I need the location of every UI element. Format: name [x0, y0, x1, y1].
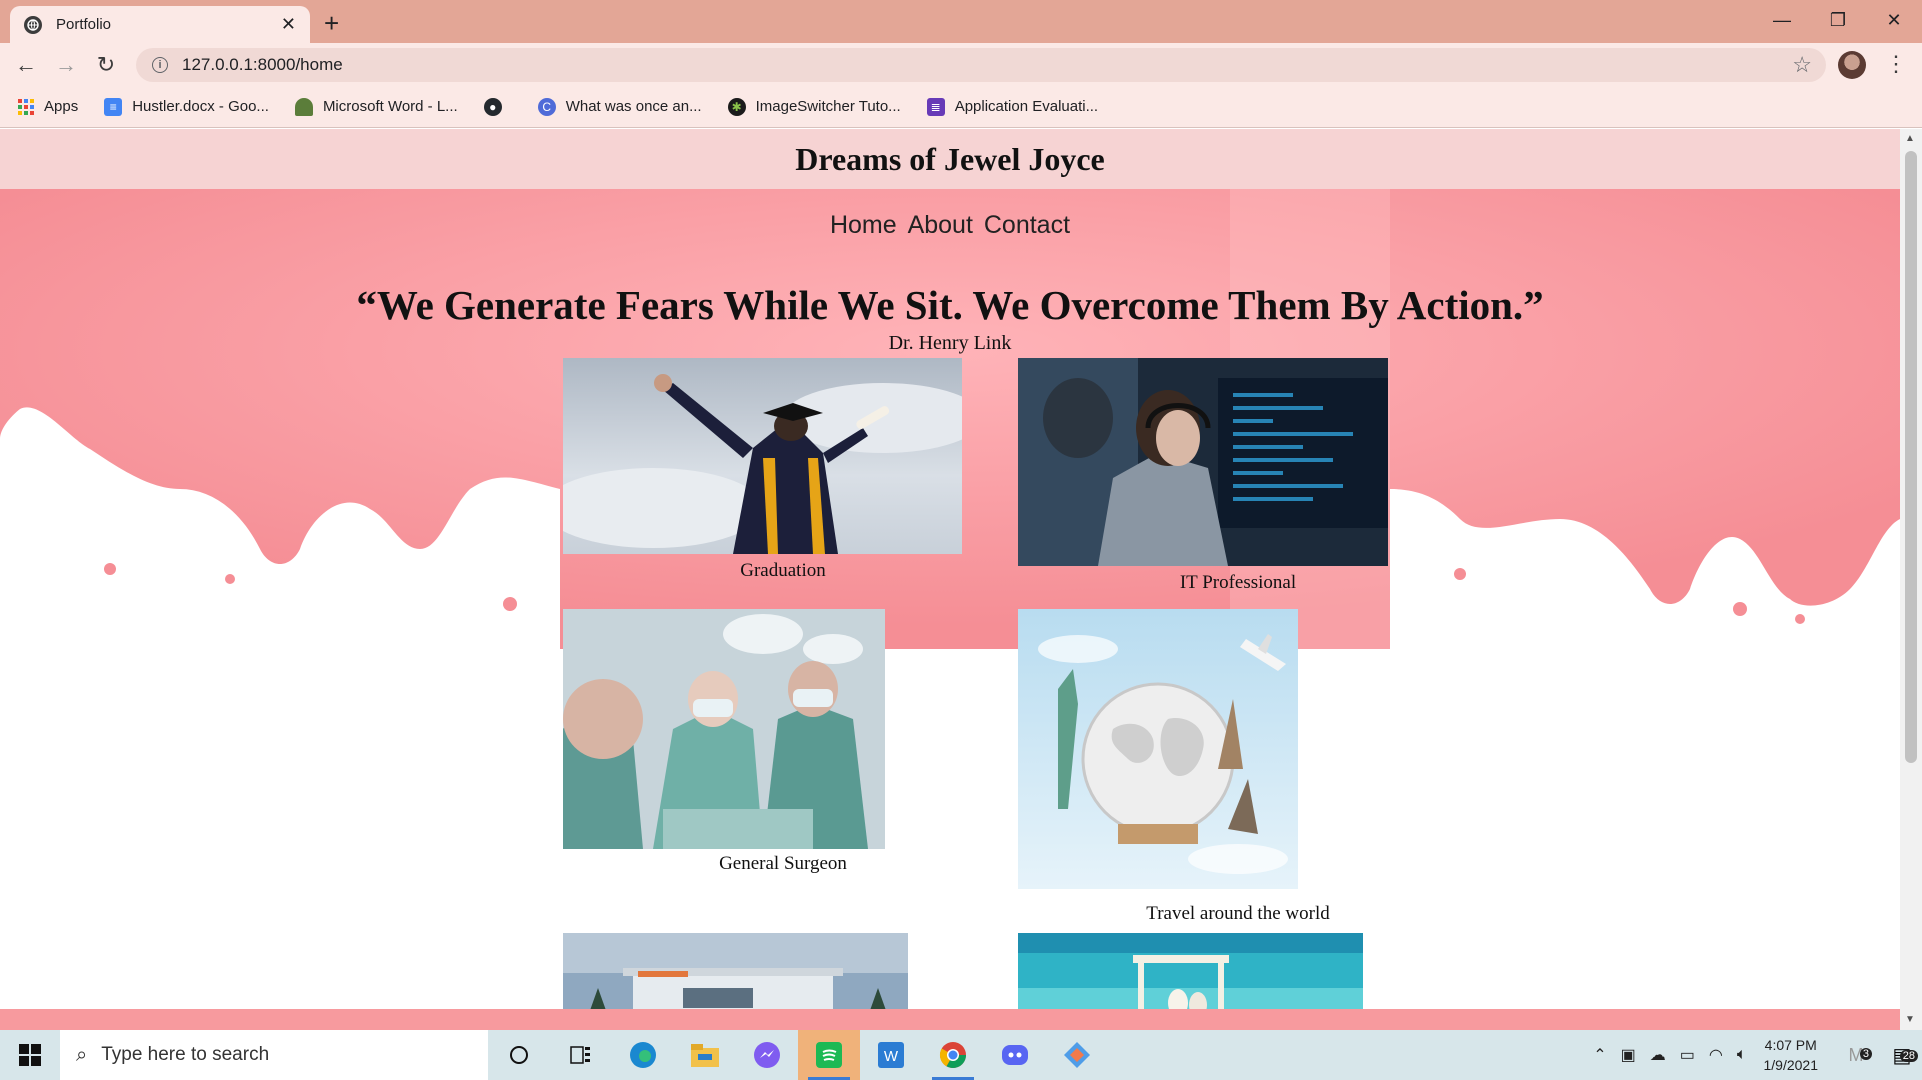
quote-heading: “We Generate Fears While We Sit. We Over…: [356, 282, 1544, 328]
task-view-icon[interactable]: [550, 1030, 612, 1080]
chrome-icon[interactable]: [922, 1030, 984, 1080]
scroll-thumb[interactable]: [1905, 151, 1917, 763]
notification-center-icon[interactable]: ▤ 28: [1882, 1043, 1922, 1068]
close-window-icon[interactable]: ✕: [1866, 0, 1922, 40]
bookmarks-bar: Apps ≡ Hustler.docx - Goo... Microsoft W…: [0, 86, 1922, 128]
graduate-photo: [563, 358, 962, 554]
forms-icon: ≣: [926, 97, 945, 116]
windows-taskbar: ⌕ Type here to search W ⌃ ▣ ☁ ▭ ◠ 🔈︎ 4:0…: [0, 1030, 1922, 1080]
clock-time: 4:07 PM: [1764, 1037, 1817, 1053]
word-online-icon[interactable]: W: [860, 1030, 922, 1080]
android-icon: ✱: [727, 97, 746, 116]
footer-strip: [0, 1009, 1900, 1030]
bookmark-apps[interactable]: Apps: [18, 98, 78, 115]
bookmark-label: Application Evaluati...: [954, 98, 1099, 115]
world-travel-photo: [1018, 609, 1298, 889]
windows-start-icon[interactable]: [0, 1030, 60, 1080]
taskbar-search-placeholder: Type here to search: [101, 1044, 270, 1065]
mail-app-icon[interactable]: M 3: [1836, 1045, 1876, 1066]
minimize-icon[interactable]: —: [1754, 0, 1810, 40]
profile-avatar[interactable]: [1838, 51, 1866, 79]
search-icon: ⌕: [76, 1043, 88, 1066]
window-controls: — ❐ ✕: [1754, 0, 1922, 40]
bookmark-github[interactable]: ●: [483, 97, 512, 116]
mail-badge: 3: [1859, 1047, 1872, 1060]
page-viewport: Dreams of Jewel Joyce Home About Contact…: [0, 129, 1900, 1030]
scroll-down-icon[interactable]: ▼: [1905, 1014, 1915, 1025]
bookmark-what-was-once[interactable]: C What was once an...: [537, 97, 702, 116]
card-caption-general-surgeon: General Surgeon: [719, 853, 847, 874]
address-bar[interactable]: i 127.0.0.1:8000/home ☆: [136, 48, 1826, 82]
it-professional-photo: [1018, 358, 1388, 566]
onedrive-icon[interactable]: ☁: [1650, 1045, 1666, 1065]
url-text[interactable]: 127.0.0.1:8000/home: [182, 55, 1792, 75]
nav-contact-link[interactable]: Contact: [984, 211, 1070, 239]
nav-about-link[interactable]: About: [908, 211, 973, 239]
new-tab-icon[interactable]: +: [324, 8, 339, 39]
quote-author: Dr. Henry Link: [888, 332, 1012, 354]
bookmark-label: Apps: [44, 98, 79, 115]
browser-titlebar: Portfolio ✕ + — ❐ ✕: [0, 0, 1922, 43]
clock-date: 1/9/2021: [1763, 1057, 1819, 1073]
scroll-up-icon[interactable]: ▲: [1905, 133, 1915, 144]
chevron-up-icon[interactable]: ⌃: [1593, 1045, 1606, 1065]
globe-icon: [24, 15, 42, 34]
bookmark-label: Hustler.docx - Goo...: [132, 98, 269, 115]
page-scrollbar[interactable]: ▲ ▼: [1900, 129, 1922, 1030]
spotify-icon[interactable]: [798, 1030, 860, 1080]
card-caption-travel: Travel around the world: [1146, 903, 1330, 924]
svg-text:W: W: [884, 1048, 899, 1065]
cortana-icon[interactable]: [488, 1030, 550, 1080]
github-icon: ●: [483, 97, 502, 116]
site-nav: Home About Contact: [0, 211, 1900, 240]
browser-tab[interactable]: Portfolio ✕: [10, 6, 310, 43]
site-title: Dreams of Jewel Joyce: [795, 140, 1105, 177]
messenger-icon[interactable]: [736, 1030, 798, 1080]
file-explorer-icon[interactable]: [674, 1030, 736, 1080]
battery-icon[interactable]: ▭: [1680, 1045, 1695, 1065]
discord-icon[interactable]: [984, 1030, 1046, 1080]
bookmark-label: Microsoft Word - L...: [322, 98, 458, 115]
c-circle-icon: C: [537, 97, 556, 116]
bookmark-application-evaluation[interactable]: ≣ Application Evaluati...: [926, 97, 1099, 116]
tree-icon: [294, 97, 313, 116]
tab-title: Portfolio: [56, 16, 112, 33]
reload-icon[interactable]: ↻: [90, 49, 122, 81]
card-caption-graduation: Graduation: [740, 560, 826, 581]
close-tab-icon[interactable]: ✕: [281, 14, 296, 35]
device-icon[interactable]: ▣: [1621, 1045, 1636, 1065]
gitkraken-icon[interactable]: [1046, 1030, 1108, 1080]
surgeons-photo: [563, 609, 885, 849]
forward-icon[interactable]: →: [50, 49, 82, 81]
apps-grid-icon: [18, 98, 34, 115]
more-menu-icon[interactable]: ⋮: [1885, 51, 1907, 77]
restore-icon[interactable]: ❐: [1810, 0, 1866, 40]
edge-icon[interactable]: [612, 1030, 674, 1080]
google-docs-icon: ≡: [104, 97, 123, 116]
bookmark-label: What was once an...: [565, 98, 702, 115]
wifi-icon[interactable]: ◠: [1709, 1045, 1723, 1065]
card-caption-it-professional: IT Professional: [1179, 572, 1297, 593]
notification-count: 28: [1899, 1049, 1918, 1062]
system-tray: ⌃ ▣ ☁ ▭ ◠ 🔈︎ 4:07 PM 1/9/2021 M 3 ▤ 28: [1586, 1030, 1922, 1080]
bookmark-star-icon[interactable]: ☆: [1792, 52, 1812, 78]
nav-home-link[interactable]: Home: [830, 211, 897, 239]
bookmark-microsoft-word[interactable]: Microsoft Word - L...: [294, 97, 458, 116]
site-header: Dreams of Jewel Joyce: [0, 129, 1900, 189]
bookmark-imageswitcher[interactable]: ✱ ImageSwitcher Tuto...: [727, 97, 901, 116]
info-icon[interactable]: i: [152, 57, 168, 73]
bookmark-hustler[interactable]: ≡ Hustler.docx - Goo...: [104, 97, 269, 116]
back-icon[interactable]: ←: [10, 49, 42, 81]
taskbar-search[interactable]: ⌕ Type here to search: [60, 1030, 488, 1080]
volume-icon[interactable]: 🔈︎: [1737, 1046, 1747, 1064]
browser-toolbar: ← → ↻ i 127.0.0.1:8000/home ☆ ⋮: [0, 43, 1922, 86]
bookmark-label: ImageSwitcher Tuto...: [755, 98, 901, 115]
clock[interactable]: 4:07 PM 1/9/2021: [1764, 1035, 1819, 1075]
